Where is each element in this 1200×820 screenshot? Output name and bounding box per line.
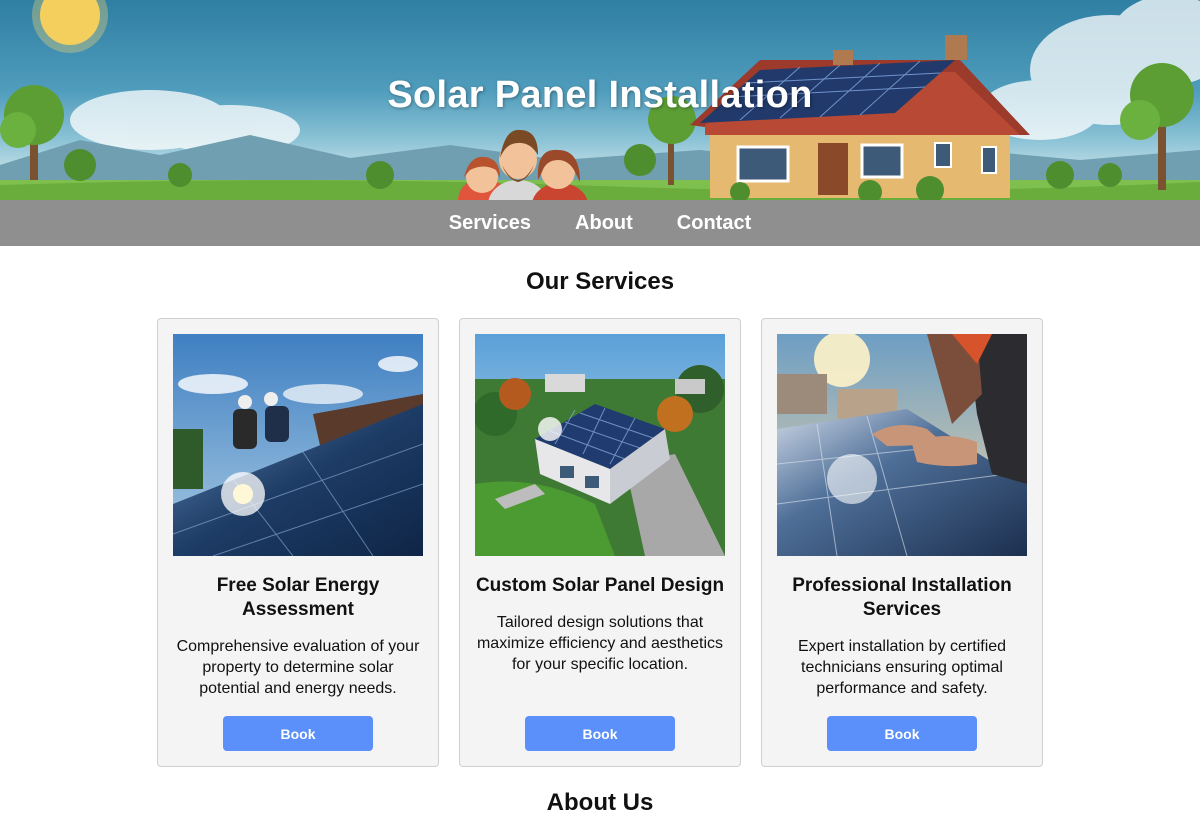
about-section: About Us — [0, 767, 1200, 817]
page-title: Solar Panel Installation — [387, 74, 813, 116]
service-card-design: Custom Solar Panel Design Tailored desig… — [459, 318, 741, 767]
technician-hands-photo — [777, 334, 1027, 556]
nav-link-about[interactable]: About — [575, 212, 633, 235]
service-title: Professional Installation Services — [792, 575, 1012, 620]
service-description: Comprehensive evaluation of your propert… — [176, 638, 420, 697]
hero-banner: Solar Panel Installation — [0, 0, 1200, 200]
workers-on-roof-photo — [173, 334, 423, 556]
service-description: Tailored design solutions that maximize … — [476, 614, 724, 673]
family-illustration — [458, 129, 588, 200]
service-cards: Free Solar Energy Assessment Comprehensi… — [0, 318, 1200, 767]
about-heading: About Us — [546, 789, 654, 816]
main-nav: Services About Contact — [0, 200, 1200, 246]
service-title: Free Solar Energy Assessment — [216, 575, 380, 620]
book-button-assessment[interactable]: Book — [223, 716, 373, 751]
sun-icon — [32, 0, 108, 53]
book-button-design[interactable]: Book — [525, 716, 675, 751]
book-button-installation[interactable]: Book — [827, 716, 977, 751]
service-title: Custom Solar Panel Design — [475, 575, 725, 596]
nav-link-contact[interactable]: Contact — [677, 212, 751, 235]
service-card-installation: Professional Installation Services Exper… — [761, 318, 1043, 767]
service-card-assessment: Free Solar Energy Assessment Comprehensi… — [157, 318, 439, 767]
house-illustration — [690, 35, 1030, 200]
services-heading: Our Services — [525, 268, 675, 295]
aerial-house-photo — [475, 334, 725, 556]
services-section: Our Services Free Solar Energy Assessmen… — [0, 246, 1200, 767]
service-description: Expert installation by certified technic… — [797, 638, 1007, 697]
nav-link-services[interactable]: Services — [449, 212, 531, 235]
